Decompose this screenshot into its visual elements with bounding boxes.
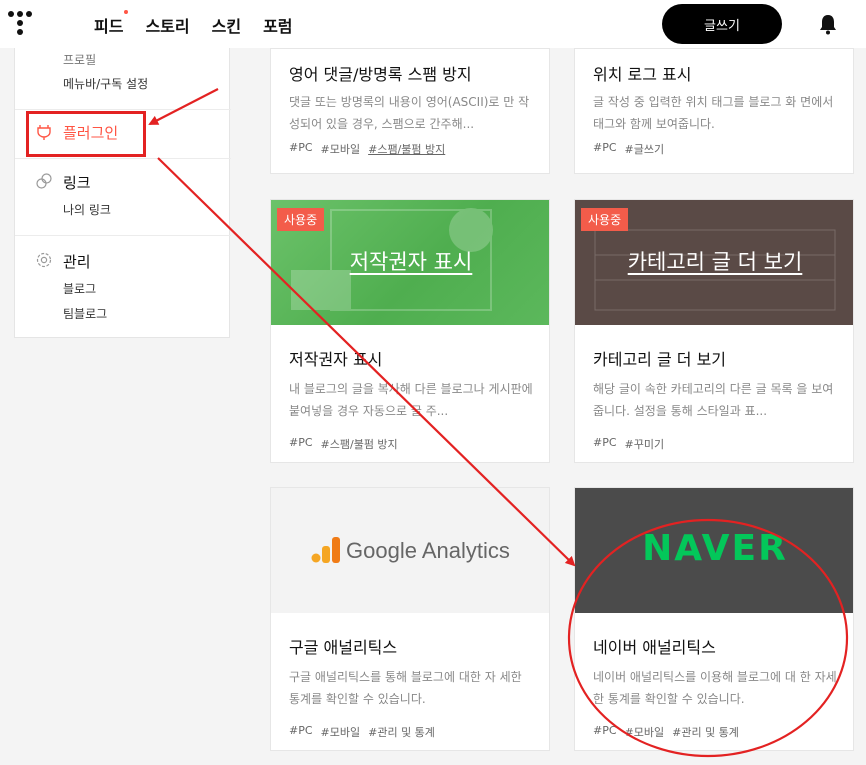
card-title: 네이버 애널리틱스	[593, 638, 716, 657]
card-tags: #PC #꾸미기	[593, 436, 664, 452]
card-description: 네이버 애널리틱스를 이용해 블로그에 대 한 자세한 통계를 확인할 수 있습…	[593, 670, 837, 706]
nav-story[interactable]: 스토리	[145, 13, 189, 37]
plugin-card-copyright[interactable]: 사용중 저작권자 표시 저작권자 표시 내 블로그의 글을 복사해 다른 블로그…	[270, 199, 550, 463]
thumbnail-title: 카테고리 글 더 보기	[627, 250, 803, 274]
tag[interactable]: #모바일	[321, 141, 361, 157]
tag[interactable]: #관리 및 통계	[368, 724, 435, 740]
plugin-card-english-spam[interactable]: 영어 댓글/방명록 스팸 방지 댓글 또는 방명록의 내용이 영어(ASCII)…	[270, 48, 550, 174]
tag[interactable]: #PC	[593, 141, 617, 157]
tag[interactable]: #PC	[289, 724, 313, 740]
sidebar-item-menubar-settings[interactable]: 메뉴바/구독 설정	[63, 75, 148, 92]
card-tags: #PC #스팸/불펌 방지	[289, 436, 398, 452]
link-icon	[36, 173, 52, 189]
card-description: 내 블로그의 글을 복사해 다른 블로그나 게시판에 붙여넣을 경우 자동으로 …	[289, 382, 533, 418]
tag[interactable]: #스팸/불펌 방지	[368, 141, 445, 157]
write-button[interactable]: 글쓰기	[662, 4, 782, 44]
main-nav: 피드 스토리 스킨 포럼	[94, 10, 315, 37]
sidebar-item-link[interactable]: 링크	[63, 172, 91, 193]
sidebar-item-team-blog[interactable]: 팀블로그	[63, 305, 107, 322]
tag[interactable]: #스팸/불펌 방지	[321, 436, 398, 452]
tag[interactable]: #꾸미기	[625, 436, 665, 452]
google-analytics-logo-icon	[311, 537, 340, 563]
tag[interactable]: #PC	[593, 724, 617, 740]
sidebar-item-manage[interactable]: 관리	[63, 251, 91, 272]
tag[interactable]: #모바일	[625, 724, 665, 740]
card-title: 저작권자 표시	[289, 350, 383, 369]
card-title: 위치 로그 표시	[593, 65, 692, 84]
card-thumbnail: Google Analytics	[271, 488, 549, 613]
card-thumbnail: 사용중 저작권자 표시	[271, 200, 549, 325]
plugin-card-location-log[interactable]: 위치 로그 표시 글 작성 중 입력한 위치 태그를 블로그 화 면에서 태그와…	[574, 48, 854, 174]
nav-skin[interactable]: 스킨	[212, 13, 241, 37]
notification-dot	[124, 10, 129, 14]
card-title: 카테고리 글 더 보기	[593, 350, 727, 369]
tag[interactable]: #PC	[289, 141, 313, 157]
tag[interactable]: #관리 및 통계	[672, 724, 739, 740]
card-thumbnail: 사용중 카테고리 글 더 보기	[575, 200, 853, 325]
nav-forum[interactable]: 포럼	[263, 13, 292, 37]
card-description: 글 작성 중 입력한 위치 태그를 블로그 화 면에서 태그와 함께 보여줍니다…	[593, 95, 834, 131]
in-use-badge: 사용중	[277, 208, 325, 231]
card-title: 영어 댓글/방명록 스팸 방지	[289, 65, 472, 84]
in-use-badge: 사용중	[581, 208, 629, 231]
thumbnail-title: 저작권자 표시	[349, 250, 473, 274]
divider	[15, 109, 231, 110]
card-tags: #PC #모바일 #관리 및 통계	[289, 724, 435, 740]
tag[interactable]: #글쓰기	[625, 141, 665, 157]
card-description: 댓글 또는 방명록의 내용이 영어(ASCII)로 만 작성되어 있을 경우, …	[289, 95, 530, 131]
card-description: 해당 글이 속한 카테고리의 다른 글 목록 을 보여줍니다. 설정을 통해 스…	[593, 382, 834, 418]
sidebar-item-profile[interactable]: 프로필	[63, 51, 96, 68]
plugin-card-category-more[interactable]: 사용중 카테고리 글 더 보기 카테고리 글 더 보기 해당 글이 속한 카테고…	[574, 199, 854, 463]
divider	[15, 158, 231, 159]
bell-icon[interactable]	[818, 13, 838, 35]
divider	[15, 235, 231, 236]
card-tags: #PC #모바일 #스팸/불펌 방지	[289, 141, 445, 157]
top-bar: 피드 스토리 스킨 포럼 글쓰기	[0, 0, 866, 48]
nav-feed[interactable]: 피드	[94, 10, 129, 37]
card-description: 구글 애널리틱스를 통해 블로그에 대한 자 세한 통계를 확인할 수 있습니다…	[289, 670, 522, 706]
tistory-logo-icon[interactable]	[8, 9, 38, 39]
tag[interactable]: #PC	[593, 436, 617, 452]
card-thumbnail: NAVER	[575, 488, 853, 613]
google-analytics-logo-text: Google Analytics	[346, 538, 510, 563]
naver-logo-text: NAVER	[642, 528, 788, 569]
sidebar: 프로필 메뉴바/구독 설정 플러그인 링크 나의 링크 관리 블로그 팀블로그	[14, 48, 231, 338]
card-title: 구글 애널리틱스	[289, 638, 398, 657]
plug-icon	[37, 125, 51, 140]
plugin-card-naver-analytics[interactable]: NAVER 네이버 애널리틱스 네이버 애널리틱스를 이용해 블로그에 대 한 …	[574, 487, 854, 751]
sidebar-item-blog[interactable]: 블로그	[63, 280, 96, 297]
sidebar-item-my-links[interactable]: 나의 링크	[63, 201, 111, 218]
plugin-card-google-analytics[interactable]: Google Analytics 구글 애널리틱스 구글 애널리틱스를 통해 블…	[270, 487, 550, 751]
card-tags: #PC #모바일 #관리 및 통계	[593, 724, 739, 740]
tag[interactable]: #PC	[289, 436, 313, 452]
tag[interactable]: #모바일	[321, 724, 361, 740]
sidebar-item-plugin[interactable]: 플러그인	[63, 122, 118, 143]
card-tags: #PC #글쓰기	[593, 141, 664, 157]
gear-icon	[36, 252, 52, 268]
